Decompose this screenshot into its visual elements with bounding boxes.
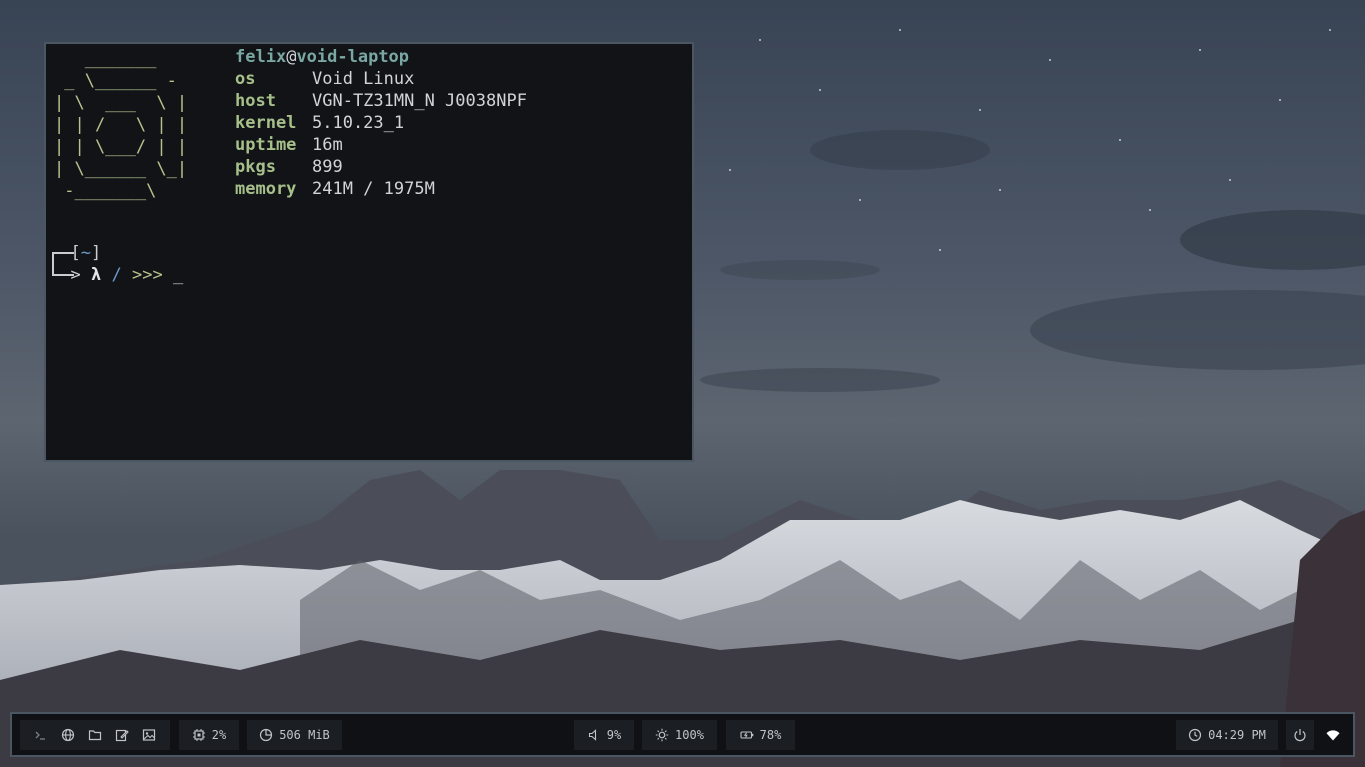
terminal-window[interactable]: _______ _ \______ - | \ ___ \ | | | / \ … bbox=[44, 42, 694, 462]
edit-icon[interactable] bbox=[115, 728, 129, 742]
cpu-usage: 2% bbox=[211, 728, 227, 742]
prompt-line-cwd: [~] bbox=[50, 242, 101, 264]
battery-level: 78% bbox=[759, 728, 782, 742]
wifi-indicator[interactable] bbox=[1322, 720, 1344, 750]
brightness-icon bbox=[655, 728, 669, 742]
volume-icon bbox=[587, 728, 601, 742]
brightness-module[interactable]: 100% bbox=[642, 720, 717, 750]
fetch-value: 241M / 1975M bbox=[312, 179, 435, 199]
fetch-value: 899 bbox=[312, 157, 343, 177]
prompt-cwd: ~ bbox=[80, 243, 91, 263]
memory-module[interactable]: 506 MiB bbox=[247, 720, 342, 750]
fetch-key: uptime bbox=[235, 135, 297, 155]
terminal-icon[interactable] bbox=[34, 728, 48, 742]
battery-icon bbox=[740, 728, 754, 742]
fetch-row-kernel: kernel 5.10.23_1 bbox=[235, 112, 527, 134]
fetch-key: pkgs bbox=[235, 157, 276, 177]
clock-module[interactable]: 04:29 PM bbox=[1176, 720, 1278, 750]
prompt-line-input[interactable]: > λ / >>> _ bbox=[50, 264, 183, 286]
fetch-row-memory: memory 241M / 1975M bbox=[235, 178, 527, 200]
fetch-row-pkgs: pkgs 899 bbox=[235, 156, 527, 178]
fetch-at-sign: @ bbox=[286, 47, 297, 67]
power-icon bbox=[1293, 728, 1307, 742]
clock-time: 04:29 PM bbox=[1208, 728, 1266, 742]
power-button[interactable] bbox=[1286, 720, 1314, 750]
clock-icon bbox=[1188, 728, 1202, 742]
prompt-close-bracket: ] bbox=[90, 243, 102, 263]
fetch-username: felix bbox=[235, 47, 287, 67]
launcher-group bbox=[20, 720, 170, 750]
fetch-value: 16m bbox=[312, 135, 343, 155]
fetch-key: host bbox=[235, 91, 276, 111]
fetch-title: felix @ void-laptop bbox=[235, 46, 527, 68]
prompt-lambda: λ bbox=[90, 265, 102, 285]
battery-module[interactable]: 78% bbox=[726, 720, 795, 750]
globe-icon[interactable] bbox=[61, 728, 75, 742]
fetch-value: Void Linux bbox=[312, 69, 415, 89]
cpu-module[interactable]: 2% bbox=[179, 720, 239, 750]
memory-usage: 506 MiB bbox=[279, 728, 330, 742]
prompt-arrows: >>> bbox=[131, 265, 163, 285]
fetch-value: 5.10.23_1 bbox=[312, 113, 405, 133]
text-cursor: _ bbox=[172, 265, 184, 285]
fetch-row-os: os Void Linux bbox=[235, 68, 527, 90]
fetch-key: memory bbox=[235, 179, 297, 199]
fetch-row-host: host VGN-TZ31MN_N J0038NPF bbox=[235, 90, 527, 112]
wifi-icon bbox=[1326, 728, 1340, 742]
fetch-row-uptime: uptime 16m bbox=[235, 134, 527, 156]
prompt-slash: / bbox=[111, 265, 122, 285]
cpu-icon bbox=[192, 728, 206, 742]
fetch-hostname: void-laptop bbox=[296, 47, 410, 67]
fetch-key: os bbox=[235, 69, 256, 89]
prompt-arrow: > bbox=[70, 265, 91, 285]
prompt-open-bracket: [ bbox=[70, 243, 81, 263]
void-linux-ascii-logo: _______ _ \______ - | \ ___ \ | | | / \ … bbox=[54, 49, 188, 201]
image-icon[interactable] bbox=[142, 728, 156, 742]
fetch-key: kernel bbox=[235, 113, 297, 133]
status-bar: 2% 506 MiB 9% 100% 78% 04:29 PM bbox=[10, 712, 1355, 757]
brightness-level: 100% bbox=[675, 728, 704, 742]
fetch-info: felix @ void-laptop os Void Linux host VGN-T… bbox=[235, 46, 527, 200]
volume-module[interactable]: 9% bbox=[574, 720, 634, 750]
fetch-value: VGN-TZ31MN_N J0038NPF bbox=[312, 91, 527, 111]
memory-icon bbox=[259, 728, 273, 742]
volume-level: 9% bbox=[606, 728, 622, 742]
folder-icon[interactable] bbox=[88, 728, 102, 742]
